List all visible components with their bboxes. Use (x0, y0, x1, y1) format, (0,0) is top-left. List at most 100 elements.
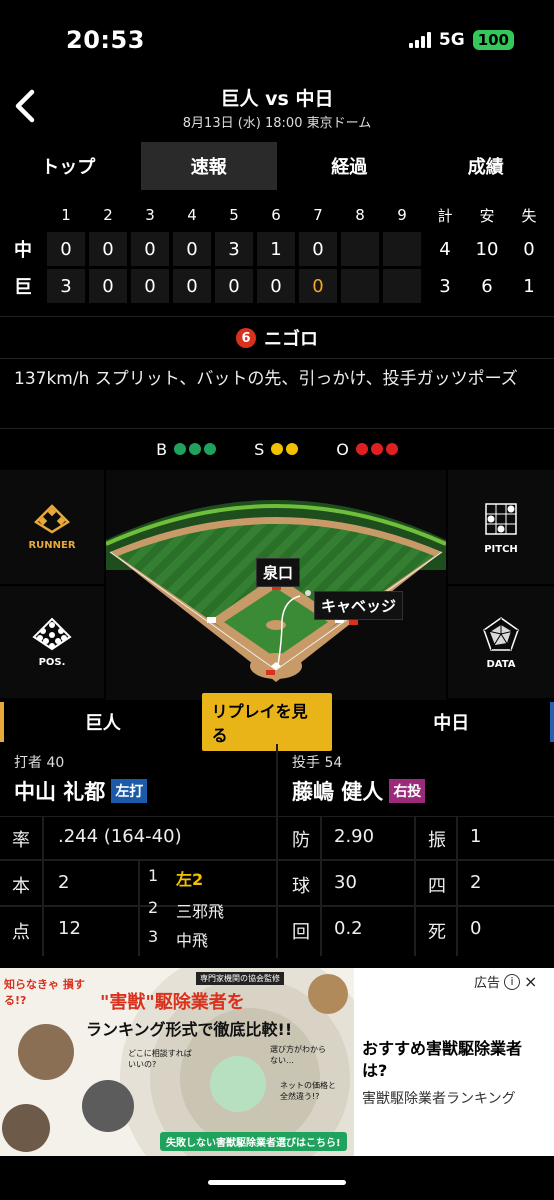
ad-creative-top: 知らなきゃ 損する!? (4, 978, 85, 1007)
tab-top[interactable]: トップ (0, 142, 137, 190)
inning-score: 0 (215, 269, 253, 303)
battery-icon: 100 (472, 30, 514, 50)
at-bat-result: 左2 (176, 870, 204, 889)
out-dot (385, 443, 398, 455)
radar-chart-icon (483, 616, 519, 651)
diamond-icon (34, 503, 70, 533)
batter-stat-key: 率 (12, 830, 30, 851)
baseball-field: 泉口 キャベッジ (106, 470, 446, 700)
inning-score: 0 (89, 269, 127, 303)
pitcher-stat-key: 球 (292, 876, 310, 897)
ad-creative-supervised: 専門家機関の協会監修 (196, 972, 284, 985)
inning-score (383, 269, 421, 303)
close-icon[interactable]: × (524, 972, 537, 991)
home-indicator (208, 1180, 346, 1185)
inning-score: 3 (215, 232, 253, 266)
pitcher-stat-key: 死 (428, 922, 446, 943)
runner-name-label: キャベッジ (314, 591, 404, 620)
tab-progress[interactable]: 経過 (281, 142, 418, 190)
divider (0, 428, 554, 429)
tab-live[interactable]: 速報 (140, 142, 277, 190)
ad-creative-bubble-1: どこに相談すればいいの? (128, 1049, 192, 1069)
inning-header: 3 (145, 206, 155, 224)
batter-stat-value: .244 (164-40) (58, 826, 182, 847)
pitch-button[interactable]: PITCH (448, 470, 554, 584)
inning-score (341, 232, 379, 266)
play-description: 137km/h スプリット、バットの先、引っかけ、投手ガッツポーズ (14, 369, 518, 389)
game-title: 巨人 vs 中日 (220, 88, 334, 110)
tab-stats[interactable]: 成績 (418, 142, 554, 190)
total-score: 3 (439, 275, 451, 297)
pitcher-label: 投手 54 (292, 755, 343, 771)
pitcher-stat-value: 2 (470, 872, 482, 893)
at-bat-result: 中飛 (176, 931, 209, 950)
pitcher-stat-value: 0 (470, 918, 482, 939)
inning-score: 0 (47, 232, 85, 266)
status-time: 20:53 (66, 26, 145, 54)
inning-header: 8 (355, 206, 365, 224)
replay-button[interactable]: リプレイを見る (201, 693, 333, 751)
inning-score: 0 (299, 232, 337, 266)
batter-stat-key: 点 (12, 922, 30, 943)
stats-grid: 率 .244 (164-40) 本 2 点 12 1 左2 2 三邪飛 3 中飛… (0, 816, 554, 962)
ball-dot (204, 443, 217, 455)
outs: O (336, 436, 398, 462)
pos-button[interactable]: POS. (0, 586, 104, 698)
out-dot (355, 443, 368, 455)
ad-badge[interactable]: 広告 i × (474, 972, 537, 991)
inning-score: 0 (131, 269, 169, 303)
pitcher-stat-key: 防 (292, 830, 310, 851)
team-bar: 巨人 リプレイを見る 中日 (0, 693, 554, 751)
ball-dot (189, 443, 202, 455)
inning-header: 6 (271, 206, 281, 224)
inning-score: 0 (173, 232, 211, 266)
home-team-tab[interactable]: 巨人 (4, 709, 202, 735)
strikes-label: S (254, 439, 265, 459)
inning-header: 7 (313, 206, 323, 224)
inning-score: 0 (173, 269, 211, 303)
batter-stat-value: 12 (58, 918, 81, 939)
balls-label: B (156, 439, 168, 459)
inning-score: 0 (89, 232, 127, 266)
away-team-accent (550, 702, 554, 742)
balls: B (156, 436, 217, 462)
inning-header: 安 (479, 206, 495, 225)
inning-header: 2 (103, 206, 113, 224)
inning-score: 0 (131, 232, 169, 266)
positions-icon (32, 617, 72, 650)
signal-icon (408, 32, 431, 48)
away-team-tab[interactable]: 中日 (352, 709, 550, 735)
ad-subtitle[interactable]: 害獣駆除業者ランキング (362, 1088, 552, 1108)
runner-button[interactable]: RUNNER (0, 470, 104, 584)
at-bat-number: 2 (148, 898, 159, 917)
inning-score: 3 (47, 269, 85, 303)
pitcher-stat-value: 1 (470, 826, 482, 847)
strikes: S (254, 436, 299, 462)
network-type: 5G (438, 30, 465, 50)
out-dot (370, 443, 383, 455)
inning-header: 9 (397, 206, 407, 224)
outs-label: O (336, 439, 349, 459)
strike-zone-icon (485, 502, 517, 535)
pitcher-stat-key: 回 (292, 922, 310, 943)
total-score: 1 (523, 275, 535, 297)
total-score: 4 (439, 238, 451, 260)
tab-bar: トップ 速報 経過 成績 (0, 142, 554, 190)
ad-title[interactable]: おすすめ害獣駆除業者は? (362, 1038, 542, 1082)
inning-header: 失 (521, 206, 537, 225)
info-icon[interactable]: i (504, 973, 521, 990)
total-score: 10 (475, 238, 499, 260)
pitcher-info[interactable]: 投手 54 藤嶋 健人 右投 (278, 744, 554, 816)
ball-dot (174, 443, 187, 455)
data-button[interactable]: DATA (448, 586, 554, 698)
at-bat-number: 1 (148, 866, 159, 885)
status-indicators: 5G 100 (408, 30, 514, 50)
inning-score: 0 (257, 269, 295, 303)
batter-info[interactable]: 打者 40 中山 礼都 左打 (0, 744, 276, 816)
ad-banner[interactable]: 知らなきゃ 損する!? 専門家機関の協会監修 "害獣"駆除業者を ランキング形式… (0, 968, 554, 1156)
batter-stat-value: 2 (58, 872, 70, 893)
pitcher-stat-value: 0.2 (334, 918, 363, 939)
inning-header: 1 (61, 206, 71, 224)
ad-creative[interactable]: 知らなきゃ 損する!? 専門家機関の協会監修 "害獣"駆除業者を ランキング形式… (0, 968, 354, 1156)
at-bat-result: 三邪飛 (176, 902, 225, 921)
